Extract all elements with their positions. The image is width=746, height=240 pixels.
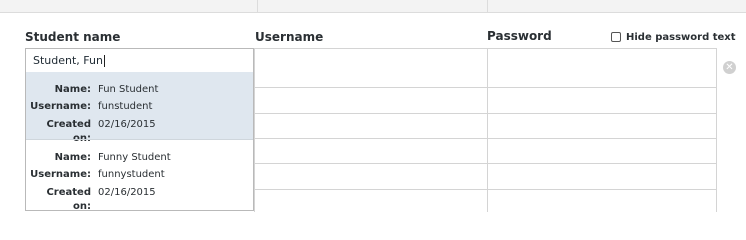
close-circle-icon[interactable]: ✕: [723, 61, 736, 74]
suggestion-username-label: Username:: [30, 101, 91, 112]
header-student-name: Student name: [25, 30, 121, 44]
suggestion-username: funstudent: [98, 101, 153, 112]
suggestion-created: 02/16/2015: [98, 119, 156, 130]
top-tab-bar: [0, 0, 746, 13]
row-divider: [255, 163, 717, 164]
column-divider: [487, 49, 488, 212]
suggestion-created-label: Created on:: [46, 187, 91, 211]
checkbox-icon[interactable]: [611, 32, 621, 42]
hide-password-toggle[interactable]: Hide password text: [611, 30, 736, 44]
column-divider: [716, 49, 717, 212]
suggestion-item[interactable]: Name: Funny Student Username: funnystudent…: [26, 140, 253, 211]
suggestion-name: Fun Student: [98, 84, 159, 95]
suggestion-username: funnystudent: [98, 169, 165, 180]
row-divider: [255, 87, 717, 88]
tab-divider: [257, 0, 258, 12]
suggestion-item[interactable]: Name: Fun Student Username: funstudent Cre…: [26, 72, 253, 144]
row-divider: [255, 138, 717, 139]
header-password: Password: [487, 29, 552, 43]
row-divider: [255, 189, 717, 190]
hide-password-label: Hide password text: [626, 31, 736, 43]
student-table-grid: [254, 48, 717, 212]
student-name-input[interactable]: Student, Fun: [25, 48, 254, 73]
suggestion-name: Funny Student: [98, 152, 171, 163]
suggestion-name-label: Name:: [54, 84, 91, 95]
text-caret: [103, 55, 105, 67]
suggestion-username-label: Username:: [30, 169, 91, 180]
header-username: Username: [255, 30, 324, 44]
tab-divider: [487, 0, 488, 12]
suggestion-name-label: Name:: [54, 152, 91, 163]
row-divider: [255, 113, 717, 114]
suggestion-created: 02/16/2015: [98, 187, 156, 198]
student-name-input-value: Student, Fun: [33, 54, 103, 67]
autocomplete-dropdown: Name: Fun Student Username: funstudent Cre…: [25, 72, 254, 211]
